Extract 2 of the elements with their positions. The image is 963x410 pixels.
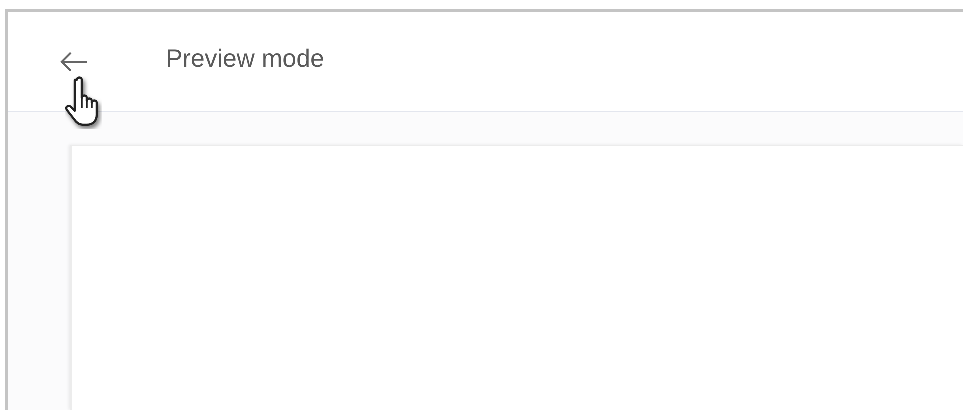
back-arrow-icon xyxy=(59,50,89,74)
page-title: Preview mode xyxy=(166,44,324,75)
